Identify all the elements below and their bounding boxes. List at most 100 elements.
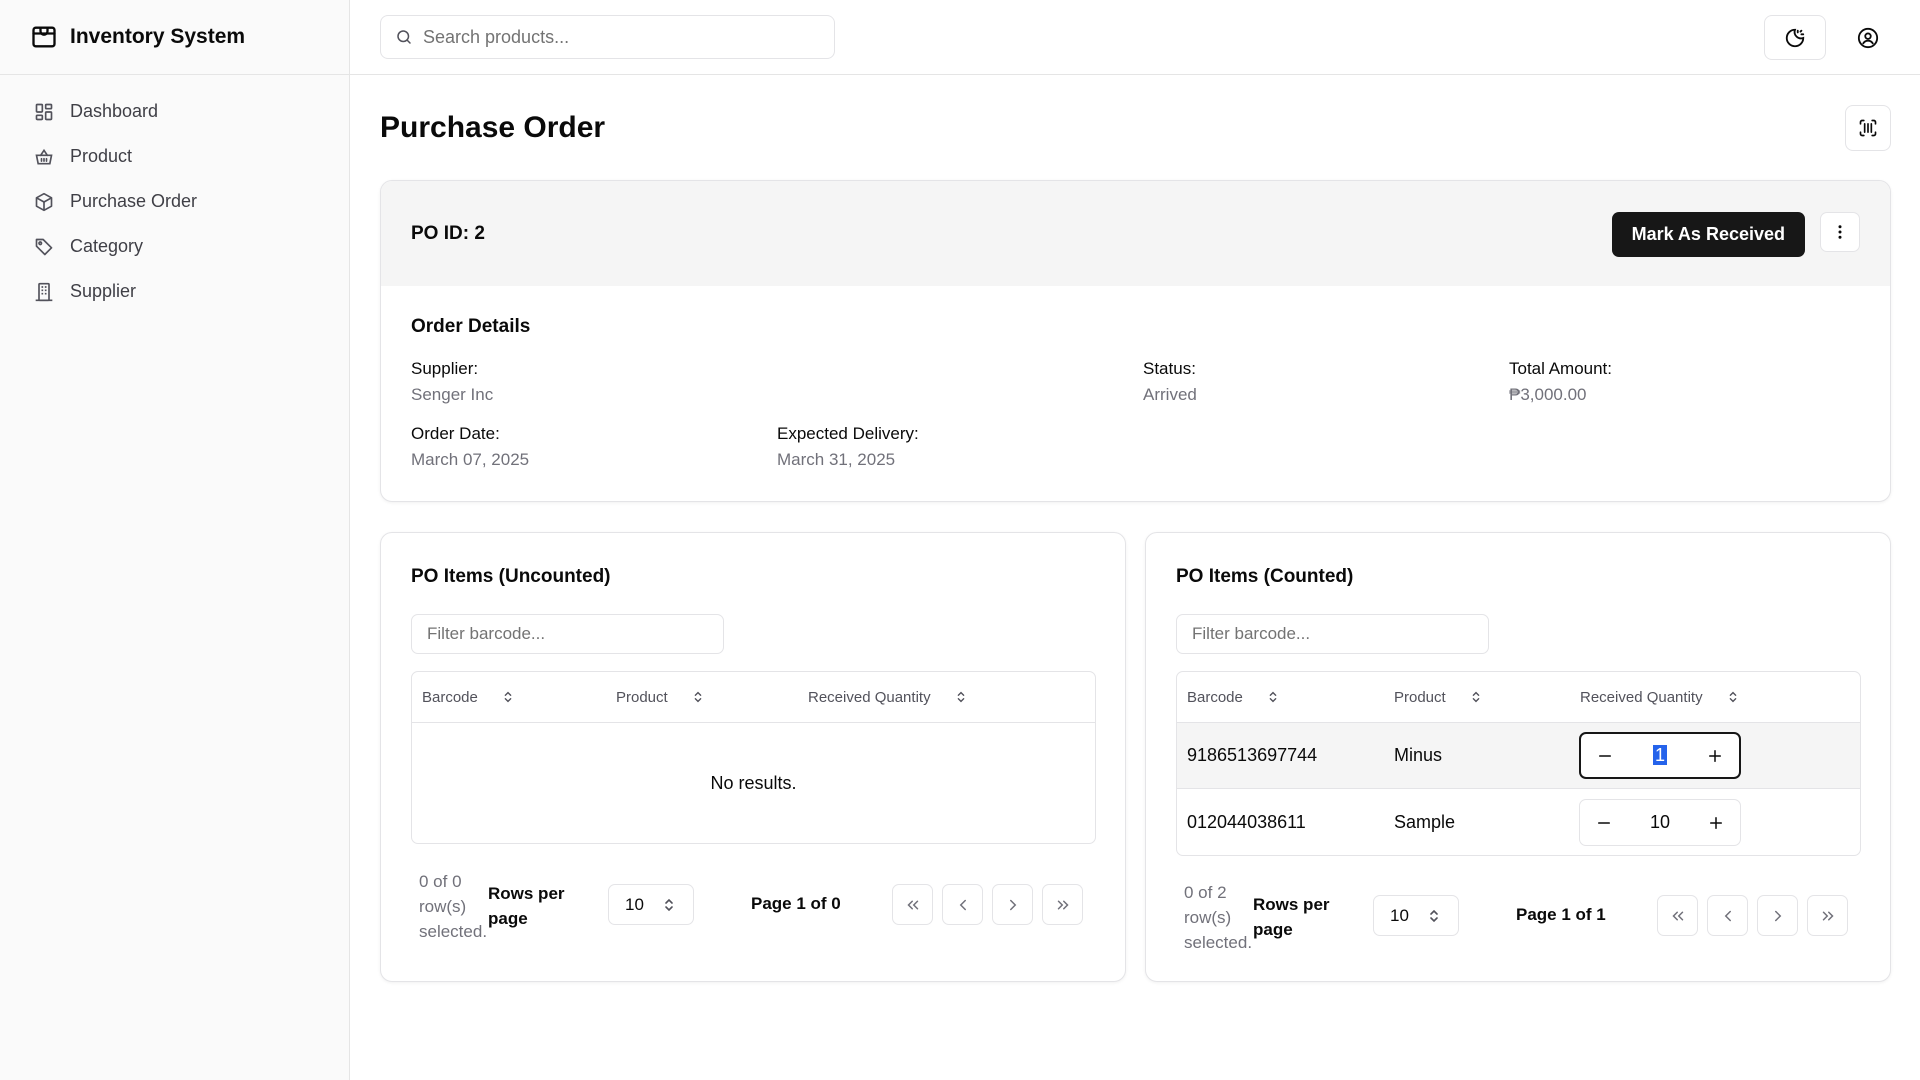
search-input[interactable] [423, 26, 823, 48]
sidebar-item-category[interactable]: Category [0, 224, 349, 269]
selected-count: 0 of 2 row(s) selected. [1184, 883, 1253, 952]
sidebar-item-product[interactable]: Product [0, 134, 349, 179]
column-header-product[interactable]: Product [616, 689, 704, 706]
empty-state: No results. [710, 772, 797, 793]
next-page-button[interactable] [1757, 895, 1798, 936]
barcode-cell: 9186513697744 [1187, 745, 1318, 765]
po-card-header: PO ID: 2 Mark As Received [381, 181, 1890, 286]
first-page-button[interactable] [892, 884, 933, 925]
sidebar-item-label: Dashboard [70, 101, 159, 121]
sidebar-item-purchase-order[interactable]: Purchase Order [0, 179, 349, 224]
sidebar: Inventory System Dashboard Product Purch… [0, 0, 350, 1080]
counted-table: Barcode Product Received Quantity 918651… [1176, 671, 1861, 856]
quantity-value: 1 [1652, 745, 1667, 765]
sort-icon [692, 690, 704, 704]
minus-icon[interactable] [1593, 744, 1617, 768]
chevrons-up-down-icon [1428, 908, 1440, 924]
mark-as-received-button[interactable]: Mark As Received [1611, 212, 1805, 257]
counted-pagination: 0 of 2 row(s) selected. Rows per page 10… [1176, 880, 1861, 960]
page-indicator: Page 1 of 1 [1516, 905, 1606, 924]
po-id: PO ID: 2 [411, 222, 485, 244]
sidebar-item-dashboard[interactable]: Dashboard [0, 89, 349, 134]
counted-title: PO Items (Counted) [1176, 566, 1354, 587]
total-amount-value: ₱3,000.00 [1509, 385, 1587, 404]
chevrons-right-icon [1054, 896, 1072, 914]
next-page-button[interactable] [992, 884, 1033, 925]
column-header-received-quantity[interactable]: Received Quantity [1580, 689, 1739, 706]
chevrons-right-icon [1819, 907, 1837, 925]
uncounted-filter-input[interactable] [411, 614, 724, 654]
minus-icon[interactable] [1592, 811, 1616, 835]
brand[interactable]: Inventory System [0, 0, 349, 75]
theme-toggle-icon [1784, 27, 1806, 49]
rows-per-page-value: 10 [1390, 905, 1409, 925]
po-details-card: PO ID: 2 Mark As Received Order Details … [380, 180, 1891, 502]
plus-icon[interactable] [1704, 811, 1728, 835]
order-date-label: Order Date: [411, 424, 500, 443]
rows-per-page-select[interactable]: 10 [608, 884, 694, 925]
order-date-value: March 07, 2025 [411, 450, 530, 469]
last-page-button[interactable] [1807, 895, 1848, 936]
expected-delivery-label: Expected Delivery: [777, 424, 919, 443]
sort-icon [502, 690, 514, 704]
more-actions-button[interactable] [1820, 212, 1860, 252]
barcode-cell: 012044038611 [1187, 811, 1306, 832]
order-details-title: Order Details [411, 316, 531, 337]
last-page-button[interactable] [1042, 884, 1083, 925]
sidebar-item-label: Product [70, 146, 133, 166]
product-cell: Sample [1394, 811, 1456, 832]
column-label: Barcode [1187, 688, 1243, 706]
table-row[interactable]: 012044038611 Sample 10 [1177, 789, 1860, 855]
app-title: Inventory System [70, 25, 246, 48]
counted-filter-input[interactable] [1176, 614, 1489, 654]
search-icon [395, 28, 413, 46]
sort-icon [955, 690, 967, 704]
column-header-product[interactable]: Product [1394, 689, 1482, 706]
quantity-input[interactable]: 10 [1640, 812, 1680, 833]
theme-toggle-button[interactable] [1764, 15, 1826, 60]
supplier-value: Senger Inc [411, 385, 494, 404]
user-menu-button[interactable] [1847, 17, 1889, 59]
rows-per-page-label: Rows per page [488, 884, 565, 928]
scan-barcode-icon [1858, 118, 1878, 138]
store-icon [30, 23, 58, 51]
page-title: Purchase Order [380, 111, 606, 144]
column-label: Product [1394, 688, 1446, 706]
previous-page-button[interactable] [1707, 895, 1748, 936]
building-icon [34, 282, 54, 302]
plus-icon[interactable] [1703, 744, 1727, 768]
rows-per-page-value: 10 [625, 894, 644, 914]
order-date-field: Order Date: March 07, 2025 [411, 424, 529, 470]
sort-icon [1470, 690, 1482, 704]
rows-per-page-select[interactable]: 10 [1373, 895, 1459, 936]
status-field: Status: Arrived [1143, 359, 1197, 405]
sidebar-item-label: Category [70, 236, 144, 256]
uncounted-table: Barcode Product Received Quantity No res… [411, 671, 1096, 844]
top-header [350, 0, 1920, 75]
selected-count: 0 of 0 row(s) selected. [419, 872, 488, 941]
supplier-field: Supplier: Senger Inc [411, 359, 493, 405]
status-label: Status: [1143, 359, 1196, 378]
sidebar-nav: Dashboard Product Purchase Order Categor… [0, 75, 349, 314]
first-page-button[interactable] [1657, 895, 1698, 936]
scan-barcode-button[interactable] [1845, 105, 1891, 151]
uncounted-items-card: PO Items (Uncounted) Barcode Product Rec… [380, 532, 1126, 982]
sidebar-item-supplier[interactable]: Supplier [0, 269, 349, 314]
column-header-barcode[interactable]: Barcode [1187, 689, 1279, 706]
table-row[interactable]: 9186513697744 Minus 1 [1177, 723, 1860, 789]
previous-page-button[interactable] [942, 884, 983, 925]
user-avatar-icon [1857, 27, 1879, 49]
quantity-stepper[interactable]: 10 [1579, 799, 1741, 846]
package-icon [34, 192, 54, 212]
dashboard-icon [34, 102, 54, 122]
column-label: Barcode [422, 688, 478, 706]
search-box[interactable] [380, 15, 835, 59]
main-content: Purchase Order PO ID: 2 Mark As Received… [350, 75, 1920, 1080]
more-vertical-icon [1831, 223, 1849, 241]
quantity-input[interactable]: 1 [1640, 745, 1680, 766]
chevrons-left-icon [904, 896, 922, 914]
column-header-barcode[interactable]: Barcode [422, 689, 514, 706]
table-header: Barcode Product Received Quantity [412, 672, 1095, 723]
quantity-stepper[interactable]: 1 [1579, 732, 1741, 779]
column-header-received-quantity[interactable]: Received Quantity [808, 689, 967, 706]
